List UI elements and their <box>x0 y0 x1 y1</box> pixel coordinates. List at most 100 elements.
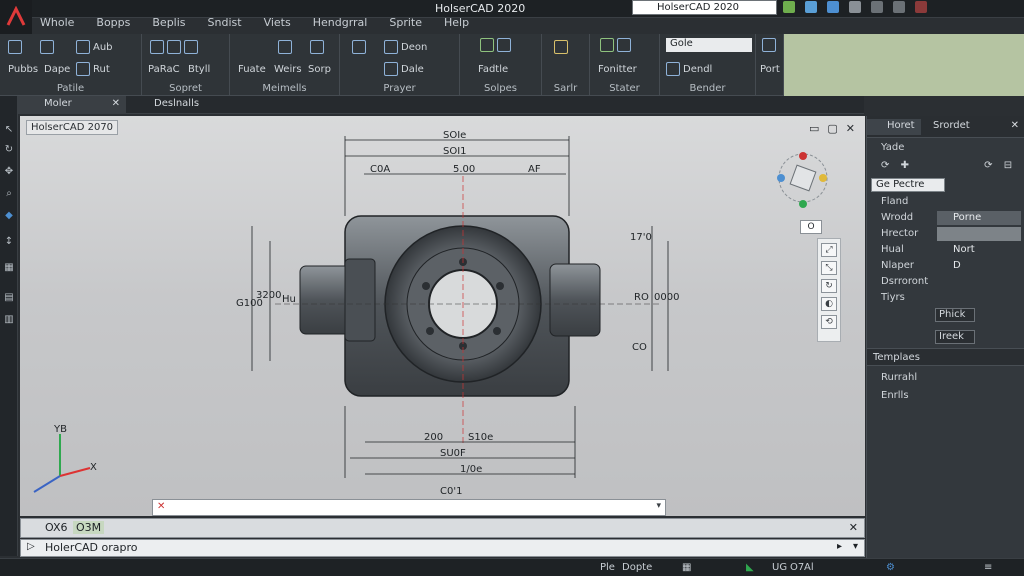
dale-button[interactable]: Dale <box>384 62 424 76</box>
zoom-icon[interactable]: ⌕ <box>3 188 15 200</box>
snap-icon[interactable]: ▤ <box>3 292 15 304</box>
tab-close-icon[interactable]: ✕ <box>112 98 120 109</box>
panel-close-icon[interactable]: ✕ <box>1011 120 1019 131</box>
steering-icon[interactable]: ◐ <box>821 297 837 311</box>
refresh-icon[interactable]: ⟳ <box>881 160 889 171</box>
pubbs-button[interactable]: Pubbs <box>8 64 38 75</box>
rotate-icon[interactable]: ↻ <box>3 144 15 156</box>
menu-item-1[interactable]: Bopps <box>96 16 130 34</box>
snap-status-icon[interactable]: ◣ <box>746 562 754 573</box>
line-tool-button[interactable] <box>8 40 25 54</box>
property-value[interactable] <box>937 227 1021 241</box>
tab-details[interactable]: Deslnalls <box>128 96 228 114</box>
filter-icon[interactable]: ⊟ <box>1004 160 1012 171</box>
pin-icon[interactable]: ✚ <box>901 160 909 171</box>
viewcube-east-icon[interactable] <box>819 174 827 182</box>
help-icon[interactable] <box>849 1 861 13</box>
style-dropdown[interactable]: Phick <box>935 308 975 322</box>
layer-tool-button[interactable] <box>278 40 295 54</box>
port-button[interactable]: Port <box>760 64 780 75</box>
pan-icon[interactable]: ✥ <box>3 166 15 178</box>
stater-tool-button[interactable] <box>600 38 634 52</box>
layers-icon[interactable]: ▥ <box>3 314 15 326</box>
viewport-label[interactable]: HolserCAD 2070 <box>26 120 119 135</box>
status-item[interactable]: O7 <box>790 562 804 573</box>
settings-icon[interactable]: ⚙ <box>886 562 895 573</box>
template-row[interactable]: Enrlls <box>867 388 1024 404</box>
object-type-select[interactable]: Ge Pectre <box>871 178 945 192</box>
share-icon[interactable] <box>805 1 817 13</box>
property-value[interactable]: Porne <box>937 211 1021 225</box>
cad-drawing[interactable]: SOIe SOI1 C0A 5.00 AF 17'0 G100 3200 Hu … <box>20 116 865 516</box>
viewcube-north-icon[interactable] <box>799 152 807 160</box>
menu-item-5[interactable]: Hendgrral <box>313 16 368 34</box>
fadtle-button[interactable]: Fadtle <box>478 64 508 75</box>
sync-icon[interactable]: ⟳ <box>984 160 992 171</box>
viewcube-west-icon[interactable] <box>777 174 785 182</box>
status-icon[interactable] <box>783 1 795 13</box>
gole-dropdown[interactable]: Gole <box>666 38 752 52</box>
dape-button[interactable]: Dape <box>44 64 70 75</box>
tab-model[interactable]: Moler ✕ <box>18 96 126 114</box>
menu-icon[interactable]: ≡ <box>984 562 992 573</box>
menu-item-2[interactable]: Beplis <box>152 16 185 34</box>
app-logo[interactable] <box>0 0 32 34</box>
sorp-button[interactable]: Sorp <box>308 64 331 75</box>
port-tool-button[interactable] <box>762 38 779 52</box>
close-icon[interactable] <box>915 1 927 13</box>
rewind-icon[interactable]: ⟲ <box>821 315 837 329</box>
fonitter-button[interactable]: Fonitter <box>598 64 637 75</box>
chevron-down-icon[interactable]: ▾ <box>853 541 858 552</box>
weirs-button[interactable]: Weirs <box>274 64 302 75</box>
dendl-button[interactable]: Dendl <box>666 62 712 76</box>
menu-item-4[interactable]: Viets <box>264 16 291 34</box>
tab-srordet[interactable]: Srordet <box>913 119 976 135</box>
parac-button[interactable]: PaRaC <box>148 64 180 75</box>
grid-status-icon[interactable]: ▦ <box>682 562 691 573</box>
menu-item-3[interactable]: Sndist <box>208 16 242 34</box>
drawing-viewport[interactable]: SOIe SOI1 C0A 5.00 AF 17'0 G100 3200 Hu … <box>20 116 865 516</box>
measure-icon[interactable]: ↕ <box>3 236 15 248</box>
polyline-tool-button[interactable] <box>40 40 57 54</box>
grid-icon[interactable]: ▦ <box>3 262 15 274</box>
templates-section-header[interactable]: Templaes <box>867 348 1024 366</box>
sync-icon[interactable] <box>827 1 839 13</box>
history-close-icon[interactable]: ✕ <box>849 521 858 534</box>
command-input[interactable]: ▷ HolerCAD orapro ▸ ▾ <box>20 539 865 557</box>
property-value[interactable] <box>937 275 1021 289</box>
zoom-icon[interactable]: ⤡ <box>821 261 837 275</box>
sarlr-tool-button[interactable] <box>554 40 571 54</box>
status-item[interactable]: Al <box>804 562 814 573</box>
pan-icon[interactable]: ⤢ <box>821 243 837 257</box>
status-item[interactable]: Dopte <box>622 562 652 573</box>
orbit-icon[interactable]: ↻ <box>821 279 837 293</box>
block-tool-button[interactable] <box>480 38 514 52</box>
arrow-icon[interactable]: ↖ <box>3 124 15 136</box>
deon-button[interactable]: Deon <box>384 40 427 54</box>
aub-button[interactable]: Aub <box>76 40 113 54</box>
close-icon[interactable]: ✕ <box>846 122 855 135</box>
status-item[interactable]: Ple <box>600 562 615 573</box>
weight-dropdown[interactable]: Ireek <box>935 330 975 344</box>
status-item[interactable]: UG <box>772 562 787 573</box>
template-row[interactable]: Rurrahl <box>867 370 1024 386</box>
command-popup-input[interactable]: ✕ ▾ <box>152 499 666 516</box>
orbit-icon[interactable]: ◆ <box>3 210 15 222</box>
maximize-icon[interactable]: ▢ <box>827 122 837 135</box>
annotate-tool-button[interactable] <box>352 40 369 54</box>
property-value[interactable]: D <box>937 259 1021 273</box>
viewcube[interactable] <box>777 152 828 208</box>
maximize-icon[interactable] <box>893 1 905 13</box>
modify-button[interactable] <box>150 40 201 54</box>
rut-button[interactable]: Rut <box>76 62 110 76</box>
cmd-close-icon[interactable]: ✕ <box>157 501 165 512</box>
restore-icon[interactable]: ▭ <box>809 122 819 135</box>
menu-item-0[interactable]: Whole <box>40 16 74 34</box>
properties-tool-button[interactable] <box>310 40 327 54</box>
wcs-button[interactable]: O <box>800 220 822 234</box>
minimize-icon[interactable] <box>871 1 883 13</box>
chevron-right-icon[interactable]: ▸ <box>837 541 842 552</box>
chevron-down-icon[interactable]: ▾ <box>656 501 661 511</box>
viewcube-south-icon[interactable] <box>799 200 807 208</box>
title-search-input[interactable]: HolserCAD 2020 <box>632 0 777 15</box>
